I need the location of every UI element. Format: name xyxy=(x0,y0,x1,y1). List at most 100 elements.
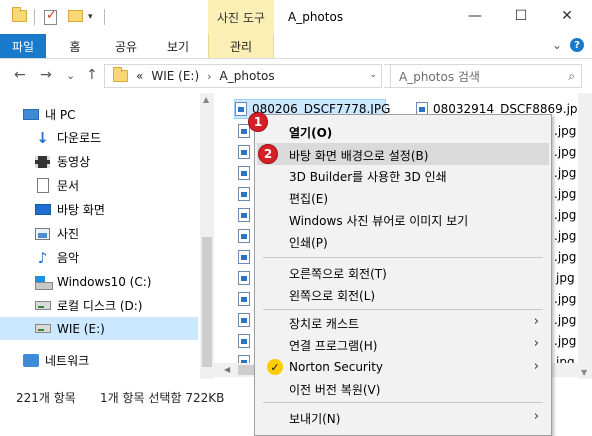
tab-share[interactable]: 공유 xyxy=(106,34,146,58)
nav-item-network[interactable]: 네트워크 xyxy=(22,349,220,372)
menu-item-3d-print[interactable]: 3D Builder를 사용한 3D 인쇄 xyxy=(257,164,549,186)
image-file-icon xyxy=(238,250,250,264)
file-name: jpg xyxy=(556,271,575,285)
file-item[interactable]: .jpg xyxy=(554,163,576,183)
file-name: .jpg xyxy=(554,250,577,264)
menu-item-cast-to-device[interactable]: 장치로 캐스트 › xyxy=(257,311,549,333)
menu-item-label: 연결 프로그램(H) xyxy=(289,339,378,353)
submenu-chevron-icon: › xyxy=(533,409,539,424)
minimize-button[interactable]: — xyxy=(452,0,498,32)
close-button[interactable]: ✕ xyxy=(544,0,590,32)
nav-item-label: 다운로드 xyxy=(57,131,102,145)
search-input[interactable]: A_photos 검색 ⌕ xyxy=(390,64,582,88)
image-file-icon xyxy=(238,145,250,159)
address-dropdown-icon[interactable]: ⌄ xyxy=(369,70,377,80)
forward-arrow-icon[interactable]: → xyxy=(40,67,52,83)
scrollbar-thumb[interactable] xyxy=(202,237,212,367)
menu-item-open-with[interactable]: 연결 프로그램(H) › xyxy=(257,333,549,355)
folder-icon xyxy=(113,67,128,82)
file-item[interactable]: .jpg xyxy=(554,289,576,309)
nav-item-label: Windows10 (C:) xyxy=(57,274,152,289)
menu-item-rotate-right[interactable]: 오른쪽으로 회전(T) xyxy=(257,261,549,283)
file-item[interactable] xyxy=(238,226,255,246)
menu-item-set-desktop-background[interactable]: 바탕 화면 배경으로 설정(B) xyxy=(257,143,549,165)
file-item[interactable] xyxy=(238,184,255,204)
file-item[interactable]: .jpg xyxy=(554,226,576,246)
file-item[interactable]: .jpg xyxy=(554,247,576,267)
navigation-pane-scrollbar[interactable]: ▲ xyxy=(200,93,214,379)
nav-item-this-pc[interactable]: 내 PC xyxy=(22,103,220,126)
breadcrumb-separator-icon[interactable]: › xyxy=(207,70,211,83)
submenu-chevron-icon: › xyxy=(533,314,539,329)
back-arrow-icon[interactable]: ← xyxy=(14,67,26,83)
menu-item-open[interactable]: 열기(O) xyxy=(257,120,549,142)
menu-separator xyxy=(263,309,543,310)
pictures-icon xyxy=(34,227,51,241)
nav-item-label: WIE (E:) xyxy=(57,321,105,336)
menu-item-label: 장치로 캐스트 xyxy=(289,317,360,331)
desktop-icon xyxy=(34,203,51,217)
recent-locations-chevron-icon[interactable]: ⌄ xyxy=(66,69,75,82)
customize-quick-access-chevron-icon[interactable]: ▾ xyxy=(88,12,93,22)
file-item[interactable] xyxy=(238,331,255,351)
step-badge-2: 2 xyxy=(258,144,278,164)
quick-access-divider xyxy=(104,9,105,25)
menu-item-send-to[interactable]: 보내기(N) › xyxy=(257,406,549,428)
file-item[interactable] xyxy=(238,205,255,225)
menu-item-label: 왼쪽으로 회전(L) xyxy=(289,289,376,303)
tab-manage[interactable]: 관리 xyxy=(208,34,274,58)
menu-item-label: 바탕 화면 배경으로 설정(B) xyxy=(289,149,429,163)
file-item[interactable] xyxy=(238,289,255,309)
file-item[interactable]: .jpg xyxy=(554,121,576,141)
address-bar[interactable]: « WIE (E:) › A_photos ⌄ xyxy=(104,64,382,88)
scroll-up-arrow-icon[interactable]: ▲ xyxy=(203,95,209,104)
help-icon[interactable]: ? xyxy=(570,38,584,52)
new-folder-icon[interactable] xyxy=(68,10,83,22)
image-file-icon xyxy=(238,271,250,285)
expand-ribbon-icon[interactable]: ⌄ xyxy=(552,38,562,52)
scroll-down-arrow-icon[interactable]: ▼ xyxy=(581,368,587,377)
file-list-scrollbar[interactable]: ▼ xyxy=(578,93,592,379)
file-item[interactable] xyxy=(238,163,255,183)
video-icon xyxy=(34,155,51,169)
ribbon-tabs: 파일 홈 공유 보기 관리 ⌄ ? xyxy=(0,34,592,59)
file-item[interactable]: .jpg xyxy=(554,184,576,204)
tab-view[interactable]: 보기 xyxy=(158,34,198,58)
file-name: .jpg xyxy=(554,313,577,327)
file-item[interactable]: .jpg xyxy=(554,331,576,351)
menu-item-rotate-left[interactable]: 왼쪽으로 회전(L) xyxy=(257,283,549,305)
file-item[interactable]: .jpg xyxy=(554,310,576,330)
menu-item-restore-previous-versions[interactable]: 이전 버전 복원(V) xyxy=(257,377,549,399)
download-icon: ↓ xyxy=(36,128,49,147)
tab-home[interactable]: 홈 xyxy=(60,34,90,58)
menu-item-print[interactable]: 인쇄(P) xyxy=(257,230,549,252)
tab-file[interactable]: 파일 xyxy=(0,34,46,58)
file-item[interactable] xyxy=(238,268,255,288)
image-file-icon xyxy=(238,313,250,327)
file-item[interactable] xyxy=(238,310,255,330)
breadcrumb-overflow[interactable]: « xyxy=(136,69,143,83)
submenu-chevron-icon: › xyxy=(533,336,539,351)
drive-icon xyxy=(34,322,51,336)
properties-icon[interactable] xyxy=(44,8,57,25)
breadcrumb-a-photos[interactable]: A_photos xyxy=(220,69,275,83)
menu-item-photo-viewer[interactable]: Windows 사진 뷰어로 이미지 보기 xyxy=(257,208,549,230)
breadcrumb-wie-drive[interactable]: WIE (E:) xyxy=(151,69,199,83)
file-item[interactable]: jpg xyxy=(556,268,575,288)
menu-item-label: 3D Builder를 사용한 3D 인쇄 xyxy=(289,170,447,184)
nav-item-wie-e[interactable]: WIE (E:) xyxy=(0,317,198,340)
context-menu: 열기(O) 바탕 화면 배경으로 설정(B) 3D Builder를 사용한 3… xyxy=(254,114,552,436)
image-file-icon xyxy=(238,187,250,201)
file-item[interactable] xyxy=(238,142,255,162)
menu-item-label: 오른쪽으로 회전(T) xyxy=(289,267,387,281)
menu-item-norton-security[interactable]: ✓ Norton Security › xyxy=(257,356,549,378)
scroll-left-arrow-icon[interactable]: ◀ xyxy=(224,365,230,374)
file-item[interactable]: .jpg xyxy=(554,142,576,162)
menu-item-edit[interactable]: 편집(E) xyxy=(257,186,549,208)
norton-check-icon: ✓ xyxy=(267,359,283,375)
file-item[interactable]: .jpg xyxy=(554,205,576,225)
maximize-button[interactable]: ☐ xyxy=(498,0,544,32)
up-arrow-icon[interactable]: ↑ xyxy=(86,67,98,83)
file-item[interactable] xyxy=(238,247,255,267)
menu-item-label: Norton Security xyxy=(289,360,383,374)
